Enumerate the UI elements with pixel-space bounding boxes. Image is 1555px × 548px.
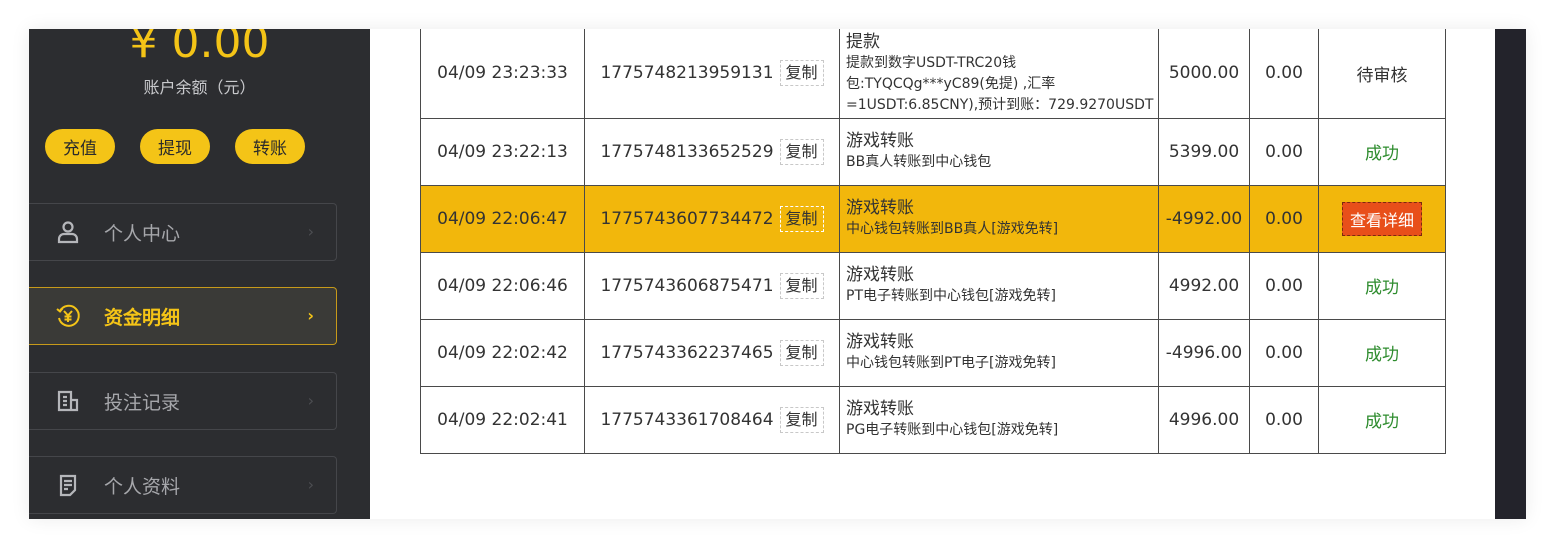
order-number-cell: 1775743362237465 复制 (584, 318, 840, 387)
table-row: 04/09 22:06:47 1775743607734472 复制 游戏转账 中… (420, 184, 1446, 253)
table-row: 04/09 23:22:13 1775748133652529 复制 游戏转账 B… (420, 117, 1446, 186)
copy-button[interactable]: 复制 (779, 138, 824, 165)
description-detail: 包:TYQCQg***yC89(免提) ,汇率 (846, 75, 1056, 92)
status-text: 待审核 (1356, 65, 1408, 86)
status-text: 成功 (1365, 144, 1399, 164)
description-title: 游戏转账 (846, 131, 914, 151)
description-title: 提款 (846, 31, 880, 52)
copy-button[interactable]: 复制 (779, 406, 824, 433)
time-cell: 04/09 23:22:13 (420, 117, 585, 186)
status-text: 成功 (1365, 278, 1399, 298)
time-cell: 04/09 23:23:33 (420, 29, 585, 119)
chevron-right-icon: › (307, 475, 314, 494)
time-cell: 04/09 22:06:47 (420, 184, 585, 253)
description-detail: PT电子转账到中心钱包[游戏免转] (846, 288, 1056, 304)
description-title: 游戏转账 (846, 399, 914, 419)
order-number-cell: 1775743361708464 复制 (584, 385, 840, 454)
order-number: 1775743361708464 (600, 409, 774, 430)
sidebar-item-label: 个人资料 (104, 475, 181, 498)
time-cell: 04/09 22:06:46 (420, 251, 585, 320)
table-row: 04/09 22:02:42 1775743362237465 复制 游戏转账 中… (420, 318, 1446, 387)
description-title: 游戏转账 (846, 332, 914, 352)
view-details-button[interactable]: 查看详细 (1341, 201, 1422, 236)
order-number: 1775743607734472 (600, 208, 774, 229)
description-detail: 中心钱包转账到BB真人[游戏免转] (846, 221, 1059, 237)
sidebar-item-bet-records[interactable]: 投注记录 › (29, 372, 337, 430)
status-text: 成功 (1365, 345, 1399, 365)
order-number-cell: 1775748213959131 复制 (584, 29, 840, 119)
sidebar-item-personal-center[interactable]: 个人中心 › (29, 203, 337, 261)
status-cell: 成功 (1318, 318, 1446, 387)
bet-record-icon (55, 388, 81, 414)
order-number: 1775743606875471 (600, 275, 774, 296)
balance-label: 账户余额（元） (143, 78, 256, 97)
copy-button[interactable]: 复制 (779, 60, 824, 87)
order-number-cell: 1775743606875471 复制 (584, 251, 840, 320)
amount-cell: -4996.00 (1158, 318, 1250, 387)
description-cell: 游戏转账 PT电子转账到中心钱包[游戏免转] (839, 251, 1159, 320)
copy-button[interactable]: 复制 (779, 272, 824, 299)
table-row: 04/09 22:02:41 1775743361708464 复制 游戏转账 P… (420, 385, 1446, 454)
fund-details-table: 04/09 23:23:33 1775748213959131 复制 提款 提款到… (420, 29, 1446, 454)
description-detail: BB真人转账到中心钱包 (846, 154, 992, 170)
description-detail: =1USDT:6.85CNY),预计到账：729.9270USDT (846, 96, 1154, 113)
profile-doc-icon (55, 472, 81, 498)
deposit-button[interactable]: 充值 (45, 129, 115, 164)
fee-cell: 0.00 (1249, 29, 1319, 119)
order-number: 1775743362237465 (600, 342, 774, 363)
table-row: 04/09 22:06:46 1775743606875471 复制 游戏转账 P… (420, 251, 1446, 320)
amount-cell: -4992.00 (1158, 184, 1250, 253)
status-cell: 待审核 (1318, 29, 1446, 119)
amount-cell: 5000.00 (1158, 29, 1250, 119)
description-cell: 游戏转账 PG电子转账到中心钱包[游戏免转] (839, 385, 1159, 454)
description-cell: 游戏转账 中心钱包转账到BB真人[游戏免转] (839, 184, 1159, 253)
right-edge-strip (1495, 29, 1526, 519)
table-row: 04/09 23:23:33 1775748213959131 复制 提款 提款到… (420, 29, 1446, 119)
wallet-actions: 充值 提现 转账 (45, 129, 305, 164)
withdraw-button[interactable]: 提现 (140, 129, 210, 164)
amount-cell: 5399.00 (1158, 117, 1250, 186)
description-cell: 游戏转账 BB真人转账到中心钱包 (839, 117, 1159, 186)
description-title: 游戏转账 (846, 265, 914, 285)
time-cell: 04/09 22:02:41 (420, 385, 585, 454)
description-detail: PG电子转账到中心钱包[游戏免转] (846, 422, 1059, 438)
yuan-circle-icon (55, 303, 81, 329)
description-cell: 提款 提款到数字USDT-TRC20钱 包:TYQCQg***yC89(免提) … (839, 29, 1159, 119)
order-number-cell: 1775743607734472 复制 (584, 184, 840, 253)
amount-cell: 4992.00 (1158, 251, 1250, 320)
chevron-right-icon: › (307, 306, 314, 325)
copy-button[interactable]: 复制 (779, 339, 824, 366)
fee-cell: 0.00 (1249, 251, 1319, 320)
time-cell: 04/09 22:02:42 (420, 318, 585, 387)
description-cell: 游戏转账 中心钱包转账到PT电子[游戏免转] (839, 318, 1159, 387)
sidebar-item-label: 个人中心 (104, 222, 181, 245)
order-number: 1775748133652529 (600, 141, 774, 162)
chevron-right-icon: › (307, 391, 314, 410)
transfer-button[interactable]: 转账 (235, 129, 305, 164)
fee-cell: 0.00 (1249, 117, 1319, 186)
fee-cell: 0.00 (1249, 385, 1319, 454)
description-title: 游戏转账 (846, 198, 914, 218)
description-detail: 提款到数字USDT-TRC20钱 (846, 54, 1017, 71)
status-cell: 查看详细 (1318, 184, 1446, 253)
sidebar-item-label: 投注记录 (104, 391, 181, 414)
copy-button[interactable]: 复制 (779, 205, 824, 232)
sidebar-item-profile[interactable]: 个人资料 › (29, 456, 337, 514)
description-detail: 中心钱包转账到PT电子[游戏免转] (846, 355, 1056, 371)
amount-cell: 4996.00 (1158, 385, 1250, 454)
sidebar: ¥ 0.00 账户余额（元） 充值 提现 转账 个人中心 › 资金明细 › 投注… (29, 29, 370, 519)
fee-cell: 0.00 (1249, 184, 1319, 253)
sidebar-item-label: 资金明细 (104, 306, 181, 329)
user-icon (55, 219, 81, 245)
status-cell: 成功 (1318, 385, 1446, 454)
status-text: 成功 (1365, 412, 1399, 432)
order-number: 1775748213959131 (600, 63, 774, 84)
order-number-cell: 1775748133652529 复制 (584, 117, 840, 186)
status-cell: 成功 (1318, 117, 1446, 186)
balance-amount: ¥ 0.00 (129, 29, 270, 68)
sidebar-item-fund-details[interactable]: 资金明细 › (29, 287, 337, 345)
status-cell: 成功 (1318, 251, 1446, 320)
chevron-right-icon: › (307, 222, 314, 241)
fee-cell: 0.00 (1249, 318, 1319, 387)
